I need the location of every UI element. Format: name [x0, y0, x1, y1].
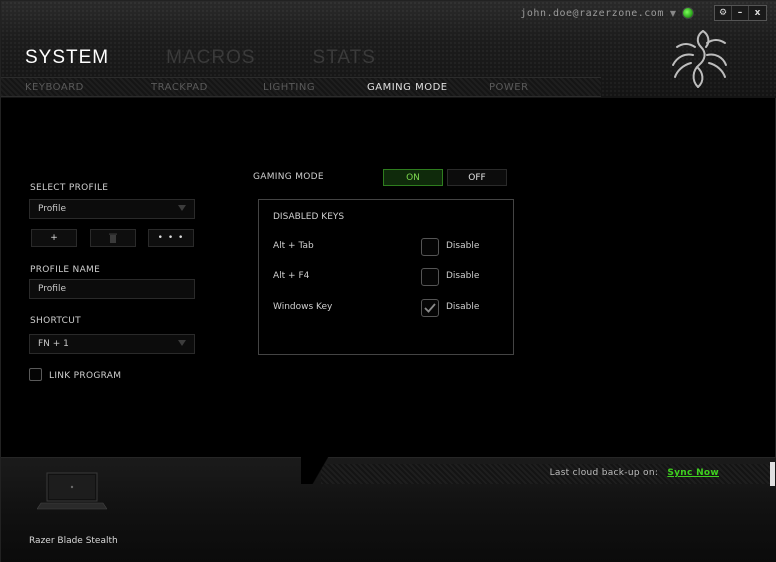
close-button[interactable]: x	[749, 6, 766, 20]
shortcut-dropdown[interactable]: FN + 1	[29, 334, 195, 354]
window-controls: ⚙ – x	[714, 5, 767, 21]
more-options-button[interactable]: • • •	[148, 229, 194, 247]
top-bar: john.doe@razerzone.com ▼ ⚙ – x	[520, 5, 767, 21]
link-program-label: LINK PROGRAM	[49, 371, 122, 381]
footer-notch	[301, 457, 341, 484]
windows-key-disable-checkbox[interactable]	[421, 299, 439, 317]
link-program-checkbox[interactable]	[29, 368, 42, 381]
windows-key-disable-label: Disable	[446, 302, 480, 312]
alt-tab-disable-label: Disable	[446, 241, 480, 251]
online-status-icon	[682, 7, 694, 19]
gaming-mode-on-button[interactable]: ON	[383, 169, 443, 186]
laptop-device-image[interactable]	[37, 471, 107, 513]
profile-dropdown-value: Profile	[38, 204, 66, 214]
sub-nav: KEYBOARD TRACKPAD LIGHTING GAMING MODE P…	[1, 77, 601, 97]
alt-tab-disable-checkbox[interactable]	[421, 238, 439, 256]
minimize-button[interactable]: –	[732, 6, 749, 20]
device-name: Razer Blade Stealth	[29, 536, 118, 546]
subtab-lighting[interactable]: LIGHTING	[263, 82, 315, 93]
razer-synapse-window: john.doe@razerzone.com ▼ ⚙ – x SYSTEM MA…	[0, 0, 776, 562]
chevron-down-icon	[178, 205, 186, 211]
delete-profile-button[interactable]	[90, 229, 136, 247]
side-handle[interactable]	[770, 462, 775, 486]
trash-icon	[109, 233, 117, 243]
alt-f4-disable-label: Disable	[446, 271, 480, 281]
profile-dropdown[interactable]: Profile	[29, 199, 195, 219]
select-profile-label: SELECT PROFILE	[30, 183, 109, 193]
add-profile-button[interactable]: +	[31, 229, 77, 247]
checkmark-icon	[424, 303, 436, 313]
disabled-keys-panel: DISABLED KEYS Alt + Tab Disable Alt + F4…	[258, 199, 514, 355]
disabled-keys-title: DISABLED KEYS	[273, 212, 345, 222]
alt-f4-disable-checkbox[interactable]	[421, 268, 439, 286]
tab-macros[interactable]: MACROS	[166, 47, 255, 69]
main-tabs: SYSTEM MACROS STATS	[25, 47, 376, 69]
chevron-down-icon	[178, 340, 186, 346]
shortcut-dropdown-value: FN + 1	[38, 339, 69, 349]
subtab-trackpad[interactable]: TRACKPAD	[151, 82, 208, 93]
settings-icon[interactable]: ⚙	[715, 6, 732, 20]
razer-logo-icon	[672, 30, 727, 88]
subtab-gaming-mode[interactable]: GAMING MODE	[367, 82, 448, 93]
sync-now-link[interactable]: Sync Now	[667, 468, 719, 478]
tab-system[interactable]: SYSTEM	[25, 47, 109, 69]
shortcut-label: SHORTCUT	[30, 316, 81, 326]
key-windows-label: Windows Key	[273, 302, 333, 312]
gaming-mode-label: GAMING MODE	[253, 172, 324, 182]
account-dropdown-icon[interactable]: ▼	[670, 9, 676, 18]
subtab-keyboard[interactable]: KEYBOARD	[25, 82, 84, 93]
subtab-power[interactable]: POWER	[489, 82, 529, 93]
key-alt-tab-label: Alt + Tab	[273, 241, 314, 251]
cloud-backup-label: Last cloud back-up on:	[549, 468, 659, 478]
account-email[interactable]: john.doe@razerzone.com	[520, 8, 663, 19]
tab-stats[interactable]: STATS	[313, 47, 376, 69]
key-alt-f4-label: Alt + F4	[273, 271, 310, 281]
cloud-backup-status: Last cloud back-up on: Sync Now	[550, 468, 719, 478]
gaming-mode-off-button[interactable]: OFF	[447, 169, 507, 186]
profile-name-input[interactable]: Profile	[29, 279, 195, 299]
profile-name-label: PROFILE NAME	[30, 265, 101, 275]
